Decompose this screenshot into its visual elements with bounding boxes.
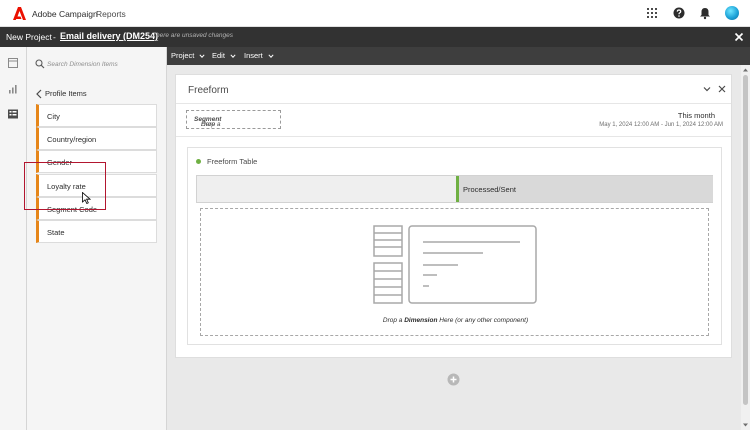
new-project-label: New Project [6,32,52,42]
components-icon[interactable] [7,108,19,120]
table-title[interactable]: Freeform Table [207,157,257,166]
collapse-panel-icon[interactable] [702,84,712,94]
project-toolbar: Project Edit Insert [167,47,750,65]
menu-insert[interactable]: Insert [244,51,274,60]
dimension-item-label: State [47,228,65,237]
dimension-items-panel: Profile Items City Country/region Gender… [27,47,167,430]
scroll-thumb[interactable] [743,75,748,405]
metric-column-label: Processed/Sent [463,185,516,194]
back-label: Profile Items [45,89,87,98]
scroll-down-icon[interactable] [742,422,749,428]
chevron-down-icon [268,54,274,58]
dimension-drop-label: Drop a Dimension Here (or any other comp… [382,317,529,324]
chevron-down-icon [230,54,236,58]
menu-insert-label: Insert [244,51,263,60]
menu-project-label: Project [171,51,195,60]
mouse-cursor-icon [82,192,91,204]
close-panel-icon[interactable] [717,84,727,94]
brand-name[interactable]: Adobe Campaign [32,9,98,19]
dimension-drop-zone[interactable]: Drop a Dimension Here (or any other comp… [200,208,709,336]
vertical-scrollbar[interactable] [741,65,750,430]
scroll-up-icon[interactable] [742,67,749,73]
freeform-panel: Freeform Drop a Segment Here This month … [175,74,732,358]
project-name-link[interactable]: Email delivery (DM254) [60,31,158,41]
adobe-logo-icon[interactable] [13,7,26,20]
highlight-box [24,162,106,210]
visualizations-icon[interactable] [7,83,19,95]
metric-column-header[interactable]: Processed/Sent [456,176,713,202]
user-avatar[interactable] [725,6,739,20]
dimension-item-city[interactable]: City [36,104,157,127]
app-switcher-icon[interactable] [645,6,659,20]
back-to-profile-items[interactable]: Profile Items [35,87,155,101]
dimension-item-country-region[interactable]: Country/region [36,127,157,150]
add-panel-button[interactable] [447,373,460,386]
search-input[interactable] [47,57,159,71]
dimension-item-label: Country/region [47,135,97,144]
search-dimension-items[interactable] [33,57,161,71]
status-dot [196,159,201,164]
app-header: Adobe Campaign Reports [0,0,750,27]
notifications-bell-icon[interactable] [698,6,712,20]
chevron-left-icon [36,89,42,99]
help-icon[interactable] [672,6,686,20]
table-placeholder-illustration [373,225,537,304]
panels-icon[interactable] [7,57,19,69]
project-bar: New Project - Email delivery (DM254) The… [0,27,750,47]
date-range-label[interactable]: This month [678,111,715,120]
dimension-item-state[interactable]: State [36,220,157,243]
segment-drop-zone[interactable]: Drop a Segment Here [186,110,281,129]
freeform-table: Freeform Table Processed/Sent Drop a Dim… [187,147,722,345]
table-header: Processed/Sent [196,175,713,203]
project-separator: - [53,32,56,42]
date-range-value[interactable]: May 1, 2024 12:00 AM - Jun 1, 2024 12:00… [599,122,723,128]
panel-divider [176,136,731,137]
unsaved-changes-status: There are unsaved changes [152,32,233,39]
left-rail [0,47,27,430]
menu-edit-label: Edit [212,51,225,60]
menu-project[interactable]: Project [171,51,206,60]
search-icon [35,59,45,69]
menu-edit[interactable]: Edit [212,51,236,60]
chevron-down-icon [199,54,206,58]
segment-drop-label: Drop a Segment Here [194,116,222,128]
panel-divider [176,103,731,104]
dimension-item-label: City [47,112,60,121]
panel-title[interactable]: Freeform [188,85,229,96]
close-project-icon[interactable] [733,31,745,43]
nav-reports[interactable]: Reports [96,9,126,19]
